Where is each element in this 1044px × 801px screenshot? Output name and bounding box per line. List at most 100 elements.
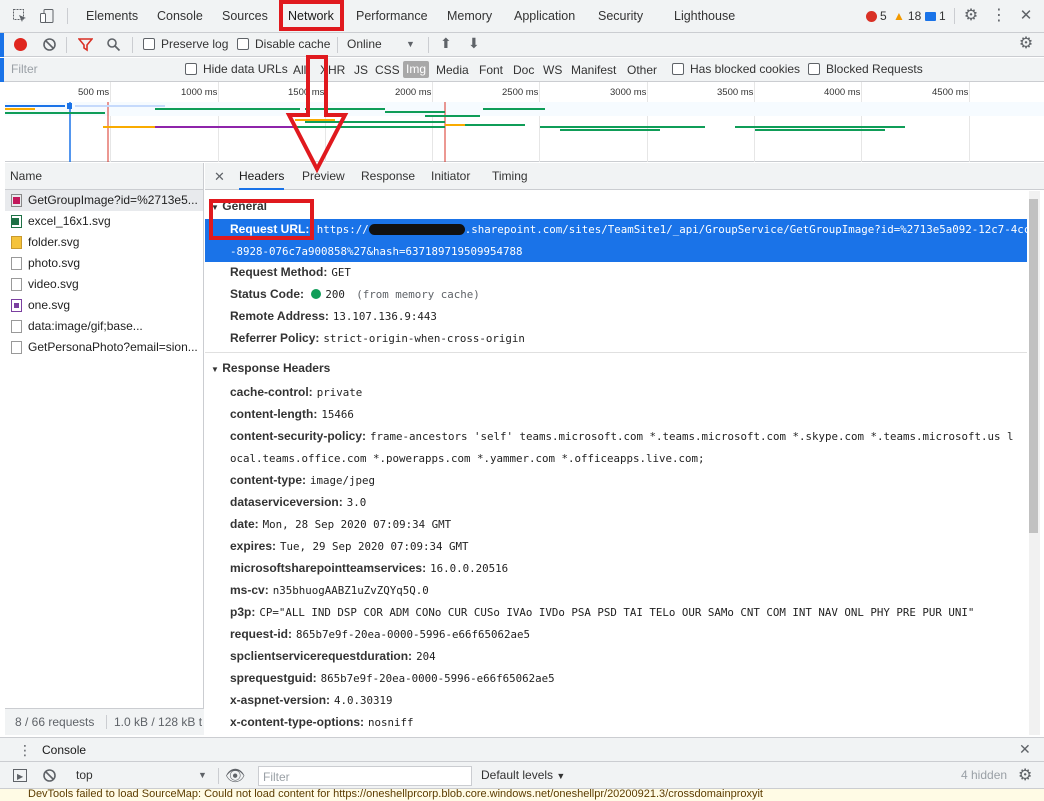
request-summary: 8 / 66 requests 1.0 kB / 128 kB t bbox=[5, 708, 204, 735]
console-filter-input[interactable]: Filter bbox=[258, 766, 472, 786]
clear-console-icon[interactable] bbox=[42, 768, 57, 786]
response-headers-section-header[interactable]: ▼ Response Headers bbox=[211, 361, 330, 375]
file-icon bbox=[11, 257, 22, 270]
clear-icon[interactable] bbox=[41, 37, 57, 53]
blocked-requests-checkbox[interactable] bbox=[808, 63, 820, 75]
tab-lighthouse[interactable]: Lighthouse bbox=[674, 0, 735, 33]
filter-type-other[interactable]: Other bbox=[627, 63, 657, 77]
message-icon bbox=[925, 12, 936, 21]
expand-triangle-icon: ▼ bbox=[211, 365, 219, 374]
image-icon bbox=[11, 194, 22, 207]
tab-timing[interactable]: Timing bbox=[492, 163, 528, 190]
filter-type-css[interactable]: CSS bbox=[375, 63, 400, 77]
network-toolbar: Preserve log Disable cache Online ▼ ⬆ ⬇ … bbox=[0, 33, 1044, 57]
disable-cache-label[interactable]: Disable cache bbox=[255, 37, 330, 51]
settings-gear-icon[interactable]: ⚙ bbox=[963, 8, 979, 24]
blocked-requests-label[interactable]: Blocked Requests bbox=[826, 62, 923, 76]
remote-address: Remote Address: 13.107.136.9:443 bbox=[230, 309, 437, 323]
context-dropdown-arrow-icon[interactable]: ▼ bbox=[198, 770, 207, 780]
tab-initiator[interactable]: Initiator bbox=[431, 163, 470, 190]
tab-memory[interactable]: Memory bbox=[447, 0, 492, 33]
request-count: 8 / 66 requests bbox=[15, 715, 95, 729]
inspect-element-icon[interactable] bbox=[12, 8, 28, 24]
excel-icon bbox=[11, 215, 22, 228]
info-count-badge[interactable]: 1 bbox=[925, 9, 946, 24]
import-har-icon[interactable]: ⬆ bbox=[440, 35, 452, 52]
list-item[interactable]: excel_16x1.svg bbox=[5, 211, 203, 232]
warning-count-badge[interactable]: ▲ 18 bbox=[893, 9, 921, 24]
throttling-select[interactable]: Online bbox=[347, 37, 382, 51]
referrer-policy: Referrer Policy: strict-origin-when-cross… bbox=[230, 331, 525, 345]
tab-console[interactable]: Console bbox=[157, 0, 203, 33]
tab-performance[interactable]: Performance bbox=[356, 0, 428, 33]
sidebar-toggle-icon[interactable]: ▶ bbox=[13, 769, 27, 782]
response-header-row: date: Mon, 28 Sep 2020 07:09:34 GMT bbox=[230, 517, 452, 531]
list-item[interactable]: video.svg bbox=[5, 274, 203, 295]
record-button[interactable] bbox=[14, 38, 27, 51]
list-item[interactable]: data:image/gif;base... bbox=[5, 316, 203, 337]
filter-type-font[interactable]: Font bbox=[479, 63, 503, 77]
name-column-header[interactable]: Name bbox=[5, 163, 203, 190]
preserve-log-checkbox[interactable] bbox=[143, 38, 155, 50]
list-item[interactable]: folder.svg bbox=[5, 232, 203, 253]
tab-response[interactable]: Response bbox=[361, 163, 415, 190]
request-url-continued: -8928-076c7a900858%27&hash=6371897195099… bbox=[230, 245, 523, 258]
list-item[interactable]: one.svg bbox=[5, 295, 203, 316]
drawer-menu-icon[interactable]: ⋮ bbox=[18, 742, 32, 759]
response-header-row: cache-control: private bbox=[230, 385, 363, 399]
log-levels-select[interactable]: Default levels ▼ bbox=[481, 768, 565, 782]
close-drawer-icon[interactable]: ✕ bbox=[1019, 741, 1031, 758]
response-header-row: spclientservicerequestduration: 204 bbox=[230, 649, 436, 663]
filter-type-media[interactable]: Media bbox=[436, 63, 469, 77]
tab-elements[interactable]: Elements bbox=[86, 0, 138, 33]
live-expression-eye-icon[interactable]: 👁 bbox=[225, 766, 245, 786]
has-blocked-cookies-label[interactable]: Has blocked cookies bbox=[690, 62, 800, 76]
disable-cache-checkbox[interactable] bbox=[237, 38, 249, 50]
tab-application[interactable]: Application bbox=[514, 0, 575, 33]
context-select[interactable]: top bbox=[76, 768, 93, 782]
close-detail-icon[interactable]: ✕ bbox=[214, 163, 225, 190]
error-count-badge[interactable]: 5 bbox=[866, 9, 887, 24]
network-overview-timeline[interactable]: 500 ms 1000 ms 1500 ms 2000 ms 2500 ms 3… bbox=[5, 82, 1044, 162]
list-item[interactable]: photo.svg bbox=[5, 253, 203, 274]
filter-funnel-icon[interactable] bbox=[76, 37, 94, 53]
console-settings-gear-icon[interactable]: ⚙ bbox=[1018, 765, 1032, 785]
device-toolbar-icon[interactable] bbox=[39, 8, 55, 24]
onenote-icon bbox=[11, 299, 22, 312]
response-header-row: x-aspnet-version: 4.0.30319 bbox=[230, 693, 393, 707]
filter-type-ws[interactable]: WS bbox=[543, 63, 562, 77]
export-har-icon[interactable]: ⬇ bbox=[468, 35, 480, 52]
response-header-row: p3p: CP="ALL IND DSP COR ADM CONo CUR CUS… bbox=[230, 605, 975, 619]
response-header-row: content-security-policy: frame-ancestors … bbox=[230, 429, 1014, 443]
filter-type-manifest[interactable]: Manifest bbox=[571, 63, 616, 77]
timeline-bars bbox=[5, 102, 1044, 162]
throttling-dropdown-arrow-icon[interactable]: ▼ bbox=[406, 39, 415, 49]
detail-scrollbar-thumb[interactable] bbox=[1029, 199, 1038, 533]
list-item[interactable]: GetPersonaPhoto?email=sion... bbox=[5, 337, 203, 358]
response-header-row: ms-cv: n35bhuogAABZ1uZvZQYq5Q.0 bbox=[230, 583, 429, 597]
tab-security[interactable]: Security bbox=[598, 0, 643, 33]
devtools-tab-bar: Elements Console Sources Network Perform… bbox=[0, 0, 1044, 33]
request-url[interactable]: Request URL: https://.sharepoint.com/sit… bbox=[230, 222, 1037, 236]
search-icon[interactable] bbox=[105, 37, 121, 53]
hide-data-urls-label[interactable]: Hide data URLs bbox=[203, 62, 288, 76]
filter-type-doc[interactable]: Doc bbox=[513, 63, 534, 77]
filter-input[interactable]: Filter bbox=[11, 62, 38, 76]
has-blocked-cookies-checkbox[interactable] bbox=[672, 63, 684, 75]
list-item[interactable]: GetGroupImage?id=%2713e5... bbox=[5, 190, 203, 211]
preserve-log-label[interactable]: Preserve log bbox=[161, 37, 228, 51]
filter-type-img[interactable]: Img bbox=[403, 61, 430, 78]
drawer-tab-bar: ⋮ Console ✕ bbox=[0, 737, 1044, 762]
filter-type-js[interactable]: JS bbox=[354, 63, 368, 77]
response-header-row: request-id: 865b7e9f-20ea-0000-5996-e66f6… bbox=[230, 627, 531, 641]
response-header-row: content-length: 15466 bbox=[230, 407, 354, 421]
hide-data-urls-checkbox[interactable] bbox=[185, 63, 197, 75]
tab-sources[interactable]: Sources bbox=[222, 0, 268, 33]
close-devtools-icon[interactable]: ✕ bbox=[1018, 8, 1034, 24]
network-settings-gear-icon[interactable]: ⚙ bbox=[1018, 36, 1034, 52]
console-message: DevTools failed to load SourceMap: Could… bbox=[0, 789, 1044, 801]
levels-dropdown-arrow-icon: ▼ bbox=[556, 771, 566, 781]
more-options-icon[interactable]: ⋮ bbox=[991, 8, 1007, 24]
tab-headers[interactable]: Headers bbox=[239, 163, 285, 190]
drawer-tab-console[interactable]: Console bbox=[42, 743, 86, 757]
